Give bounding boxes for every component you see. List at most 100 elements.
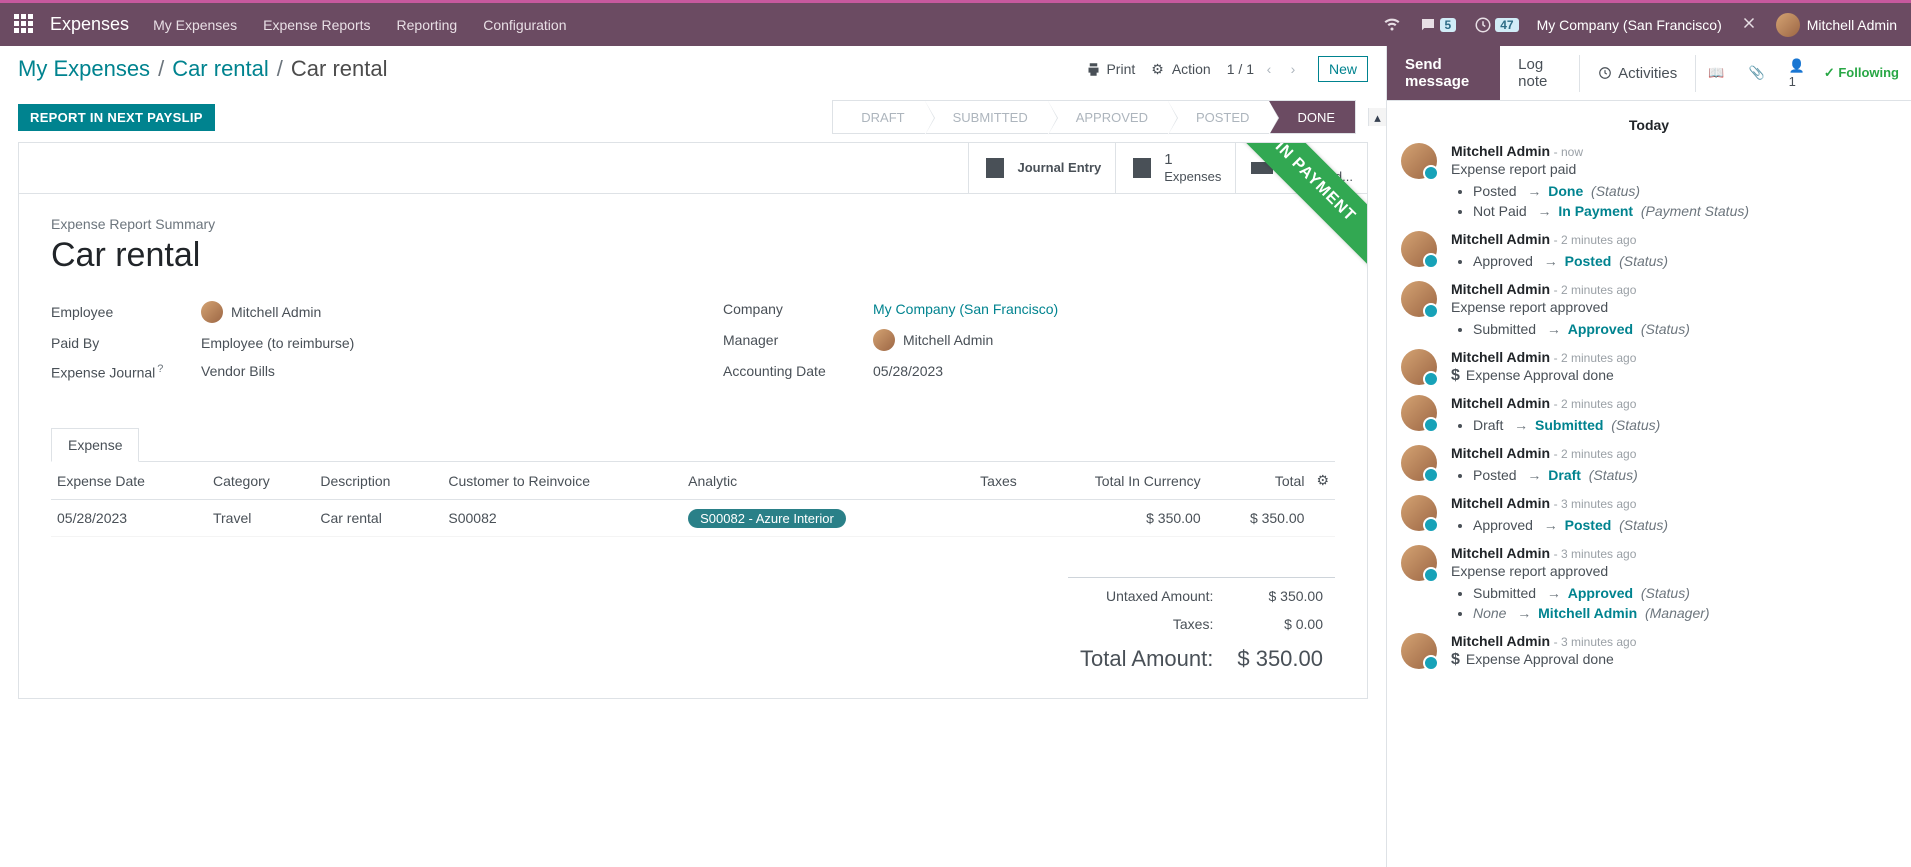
message: Mitchell Admin - 2 minutes ago $Expense A… xyxy=(1401,349,1897,385)
change-item: Not Paid → In Payment (Payment Status) xyxy=(1473,201,1897,221)
th-category[interactable]: Category xyxy=(207,462,314,500)
tab-expense[interactable]: Expense xyxy=(51,428,139,462)
following-button[interactable]: Following xyxy=(1818,65,1911,81)
company-selector[interactable]: My Company (San Francisco) xyxy=(1537,17,1722,33)
avatar xyxy=(1401,349,1437,385)
change-list: Draft → Submitted (Status) xyxy=(1473,415,1897,435)
msg-time: - 3 minutes ago xyxy=(1554,547,1637,561)
msg-author[interactable]: Mitchell Admin xyxy=(1451,349,1550,365)
stat-buttons: Journal Entry 1Expenses 1Sales Ord... xyxy=(19,143,1367,194)
send-message-button[interactable]: Send message xyxy=(1387,46,1500,100)
lbl-acct-date: Accounting Date xyxy=(723,363,873,379)
th-taxes[interactable]: Taxes xyxy=(947,462,1023,500)
report-next-payslip-button[interactable]: REPORT IN NEXT PAYSLIP xyxy=(18,104,215,131)
wifi-icon[interactable] xyxy=(1383,14,1401,35)
change-list: Submitted → Approved (Status)None → Mitc… xyxy=(1473,583,1897,623)
pager-next[interactable]: › xyxy=(1284,61,1302,77)
th-date[interactable]: Expense Date xyxy=(51,462,207,500)
change-link[interactable]: Approved xyxy=(1568,585,1633,601)
menu-configuration[interactable]: Configuration xyxy=(483,17,566,33)
val-company[interactable]: My Company (San Francisco) xyxy=(873,301,1058,317)
clock-icon[interactable]: 47 xyxy=(1474,16,1518,34)
book-icon[interactable]: 📖 xyxy=(1696,65,1736,81)
stage-approved[interactable]: APPROVED xyxy=(1048,101,1168,133)
stage-done[interactable]: DONE xyxy=(1269,101,1355,133)
change-link[interactable]: Mitchell Admin xyxy=(1538,605,1637,621)
menu-my-expenses[interactable]: My Expenses xyxy=(153,17,237,33)
change-item: Submitted → Approved (Status) xyxy=(1473,583,1897,603)
message: Mitchell Admin - 2 minutes agoDraft → Su… xyxy=(1401,395,1897,435)
msg-body: $Expense Approval done xyxy=(1451,651,1897,669)
msg-author[interactable]: Mitchell Admin xyxy=(1451,395,1550,411)
th-cust[interactable]: Customer to Reinvoice xyxy=(442,462,682,500)
th-options-icon[interactable]: ⚙ xyxy=(1310,462,1335,500)
change-list: Posted → Draft (Status) xyxy=(1473,465,1897,485)
th-analytic[interactable]: Analytic xyxy=(682,462,947,500)
crumb-my-expenses[interactable]: My Expenses xyxy=(18,56,150,82)
th-desc[interactable]: Description xyxy=(314,462,442,500)
msg-author[interactable]: Mitchell Admin xyxy=(1451,445,1550,461)
msg-time: - 3 minutes ago xyxy=(1554,497,1637,511)
change-item: Posted → Draft (Status) xyxy=(1473,465,1897,485)
lbl-untaxed: Untaxed Amount: xyxy=(1068,578,1225,611)
change-item: Approved → Posted (Status) xyxy=(1473,251,1897,271)
avatar xyxy=(1401,633,1437,669)
lbl-journal: Expense Journal? xyxy=(51,363,201,381)
apps-icon[interactable] xyxy=(14,14,36,36)
menu-reporting[interactable]: Reporting xyxy=(397,17,458,33)
stage-posted[interactable]: POSTED xyxy=(1168,101,1269,133)
msg-time: - 2 minutes ago xyxy=(1554,351,1637,365)
msg-author[interactable]: Mitchell Admin xyxy=(1451,633,1550,649)
val-paidby: Employee (to reimburse) xyxy=(201,335,354,351)
followers-count[interactable]: 👤1 xyxy=(1777,58,1818,89)
lbl-employee: Employee xyxy=(51,304,201,320)
status-bar: REPORT IN NEXT PAYSLIP DRAFT SUBMITTED A… xyxy=(0,92,1386,142)
change-link[interactable]: Submitted xyxy=(1535,417,1603,433)
stage-submitted[interactable]: SUBMITTED xyxy=(925,101,1048,133)
brand[interactable]: Expenses xyxy=(50,14,129,35)
change-link[interactable]: Posted xyxy=(1565,517,1612,533)
val-taxes: $ 0.00 xyxy=(1225,610,1335,638)
change-link[interactable]: Done xyxy=(1548,183,1583,199)
change-link[interactable]: Posted xyxy=(1565,253,1612,269)
change-item: Submitted → Approved (Status) xyxy=(1473,319,1897,339)
msg-author[interactable]: Mitchell Admin xyxy=(1451,495,1550,511)
dollar-icon: $ xyxy=(1451,651,1460,668)
table-row[interactable]: 05/28/2023 Travel Car rental S00082 S000… xyxy=(51,500,1335,537)
change-link[interactable]: Draft xyxy=(1548,467,1581,483)
attachment-icon[interactable]: 📎 xyxy=(1736,65,1776,81)
message-list: Today Mitchell Admin - nowExpense report… xyxy=(1387,101,1911,693)
new-button[interactable]: New xyxy=(1318,56,1368,82)
user-menu[interactable]: Mitchell Admin xyxy=(1776,13,1897,37)
menu-expense-reports[interactable]: Expense Reports xyxy=(263,17,370,33)
change-link[interactable]: In Payment xyxy=(1558,203,1633,219)
th-total-c[interactable]: Total In Currency xyxy=(1023,462,1207,500)
change-link[interactable]: Approved xyxy=(1568,321,1633,337)
msg-author[interactable]: Mitchell Admin xyxy=(1451,545,1550,561)
analytic-tag[interactable]: S00082 - Azure Interior xyxy=(688,509,846,528)
print-button[interactable]: Print xyxy=(1086,61,1135,77)
change-item: None → Mitchell Admin (Manager) xyxy=(1473,603,1897,623)
stage-draft[interactable]: DRAFT xyxy=(833,101,924,133)
chat-icon[interactable]: 5 xyxy=(1419,16,1457,34)
log-note-button[interactable]: Log note xyxy=(1500,46,1579,100)
stat-expenses[interactable]: 1Expenses xyxy=(1115,143,1235,193)
msg-body: $Expense Approval done xyxy=(1451,367,1897,385)
th-total[interactable]: Total xyxy=(1207,462,1311,500)
action-button[interactable]: Action xyxy=(1151,61,1210,78)
crumb-car-rental-parent[interactable]: Car rental xyxy=(172,56,269,82)
activities-button[interactable]: Activities xyxy=(1579,55,1696,92)
lbl-manager: Manager xyxy=(723,332,873,348)
pager-prev[interactable]: ‹ xyxy=(1260,61,1278,77)
msg-author[interactable]: Mitchell Admin xyxy=(1451,143,1550,159)
tools-icon[interactable] xyxy=(1740,14,1758,35)
help-icon[interactable]: ? xyxy=(157,363,163,375)
msg-time: - 2 minutes ago xyxy=(1554,233,1637,247)
avatar xyxy=(1401,143,1437,179)
scroll-up-icon[interactable]: ▴ xyxy=(1368,108,1386,126)
message: Mitchell Admin - 2 minutes agoPosted → D… xyxy=(1401,445,1897,485)
msg-author[interactable]: Mitchell Admin xyxy=(1451,231,1550,247)
breadcrumb: My Expenses / Car rental / Car rental xyxy=(18,56,1086,82)
stat-journal-entry[interactable]: Journal Entry xyxy=(968,143,1115,193)
msg-author[interactable]: Mitchell Admin xyxy=(1451,281,1550,297)
